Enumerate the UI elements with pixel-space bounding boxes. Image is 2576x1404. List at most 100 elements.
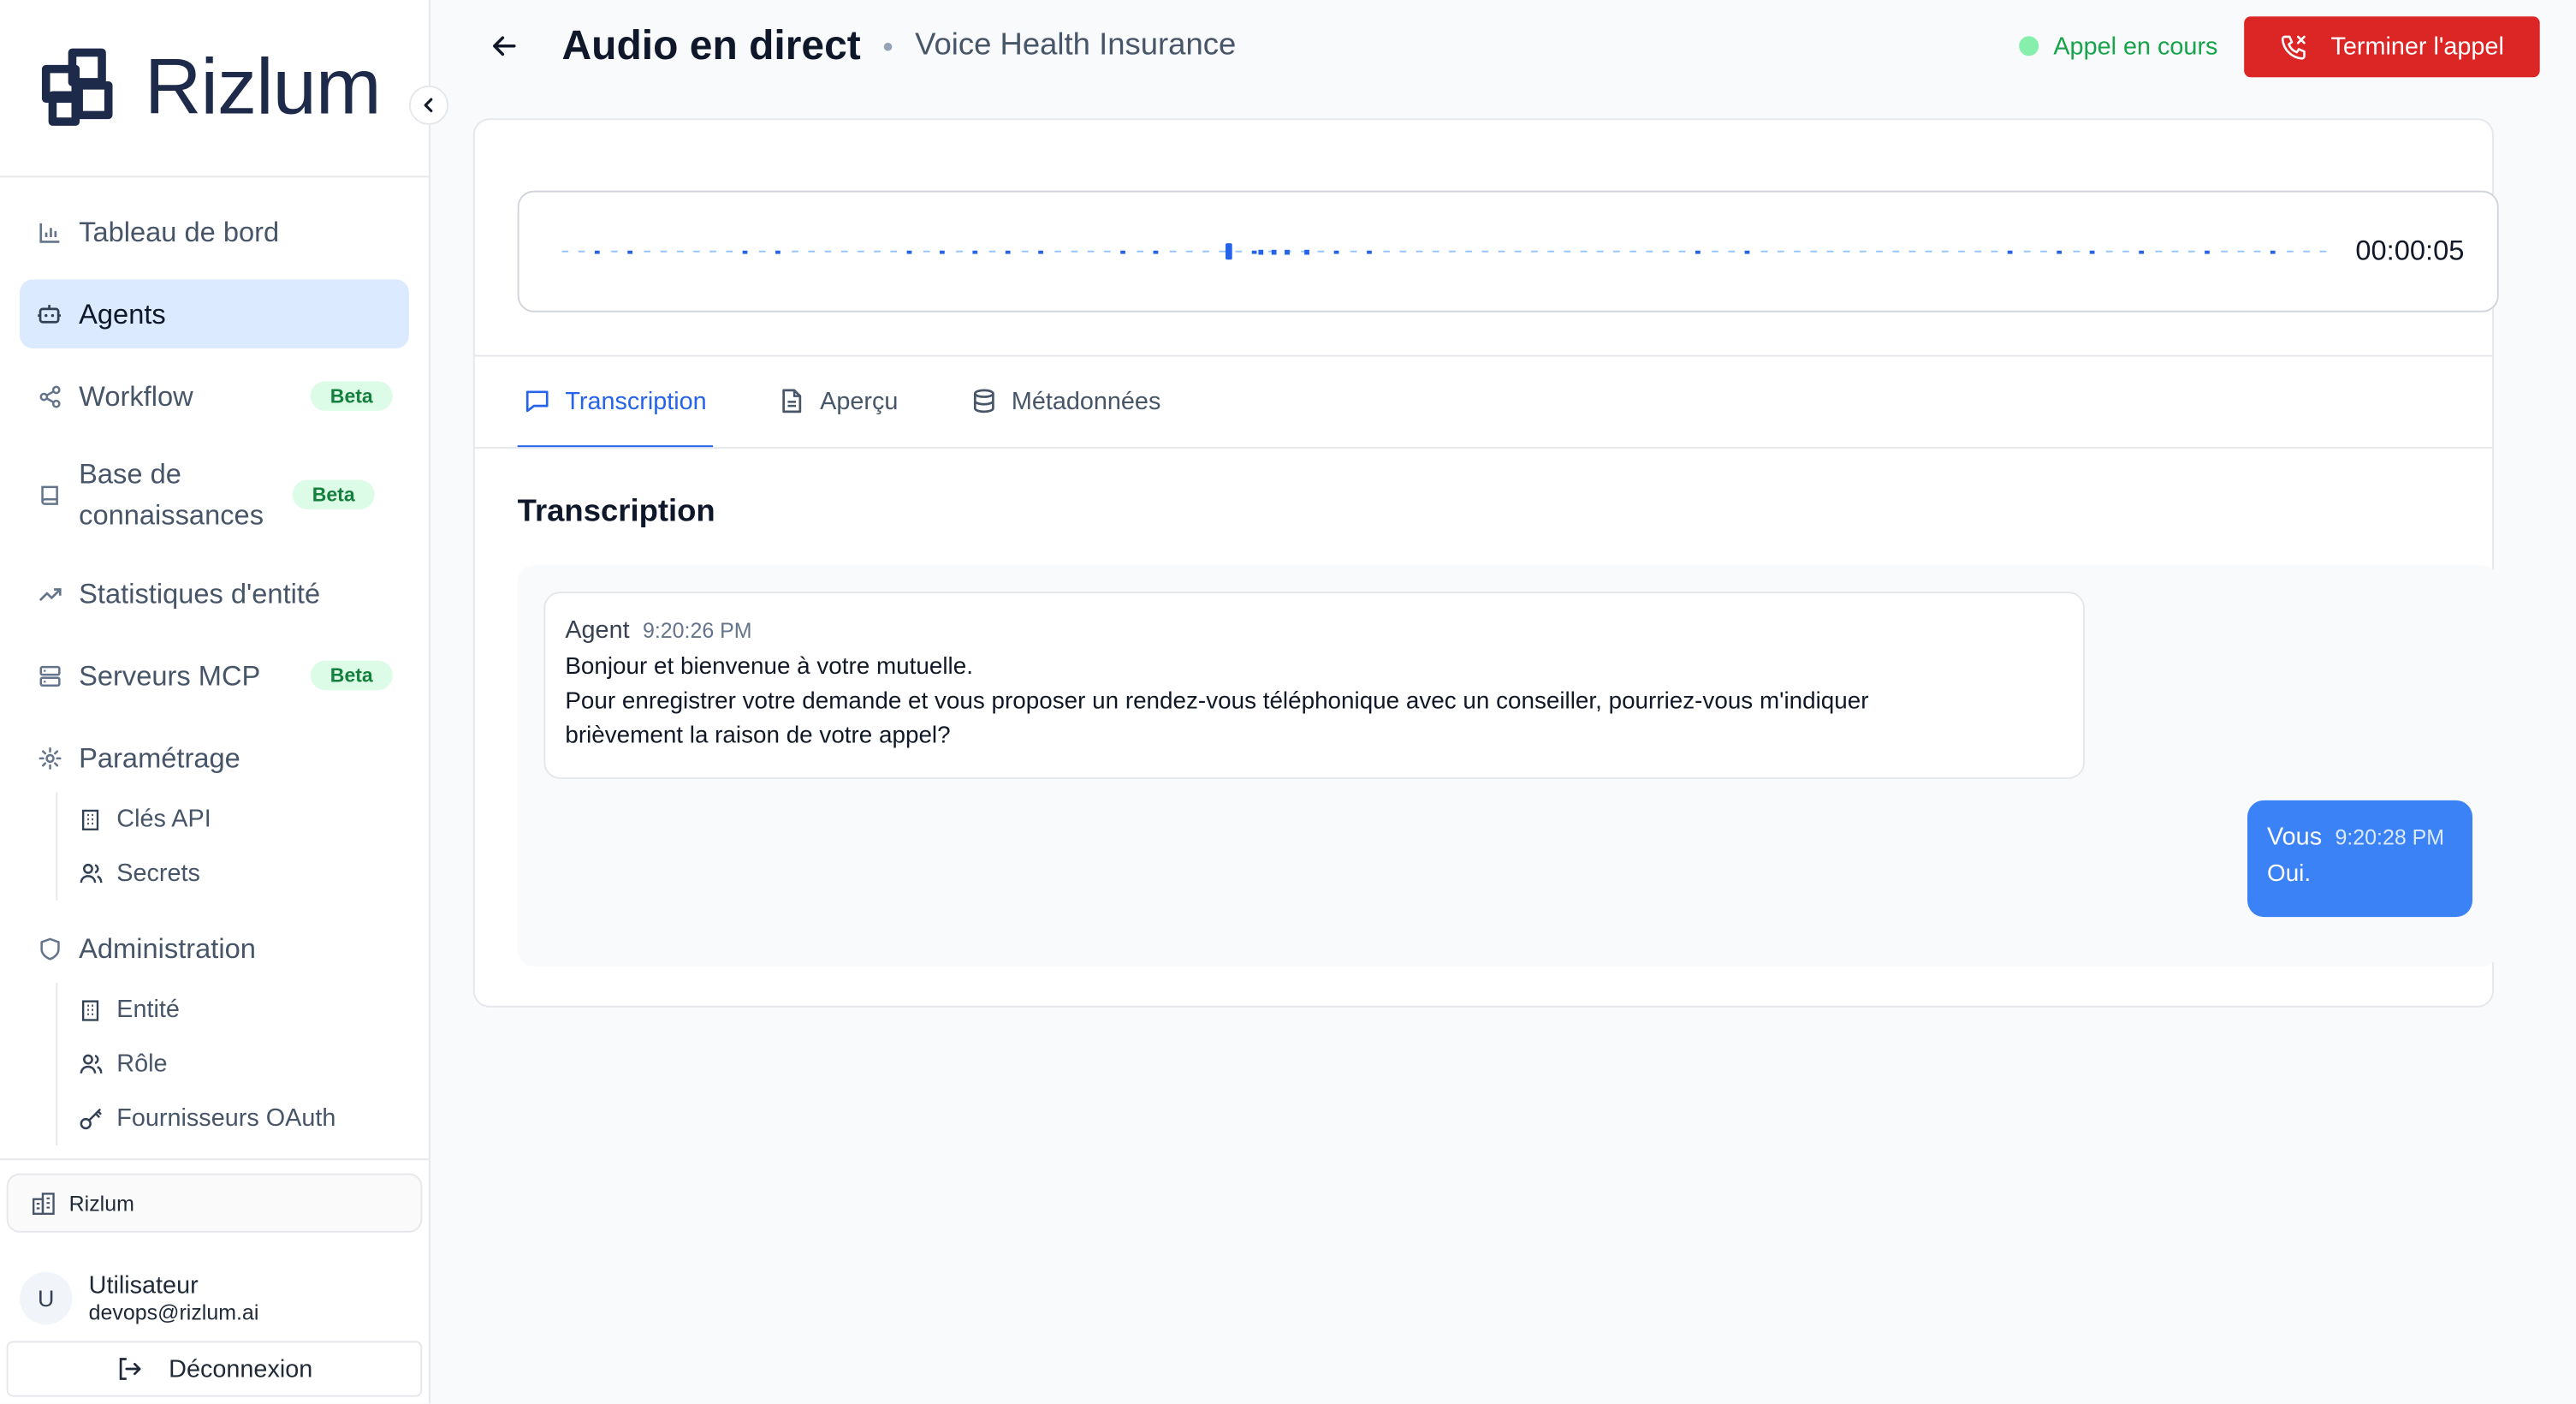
beta-badge: Beta: [292, 479, 375, 510]
logo-area: Rizlum: [0, 0, 449, 178]
nav-item-entity-stats[interactable]: Statistiques d'entité: [20, 559, 409, 628]
waveform-bar: [2073, 250, 2080, 253]
waveform-bar: [758, 250, 766, 253]
nav-label: Base de connaissances: [79, 458, 264, 532]
sub-item-label: Secrets: [116, 859, 200, 888]
waveform-bar: [1235, 250, 1243, 253]
waveform-bar: [2187, 250, 2195, 253]
sub-item-secrets[interactable]: Secrets: [77, 847, 409, 901]
waveform-bar: [1169, 250, 1177, 253]
waveform-bar: [1054, 250, 1062, 253]
waveform-bar: [1843, 250, 1850, 253]
tab-metadata[interactable]: Métadonnées: [964, 357, 1167, 449]
waveform-bar: [1137, 250, 1144, 253]
waveform-bar: [2171, 250, 2179, 253]
waveform-bar: [1629, 250, 1636, 253]
waveform-bar: [2319, 250, 2327, 253]
nav-label: Agents: [79, 298, 166, 330]
agent-name: Voice Health Insurance: [915, 27, 1237, 62]
waveform-bar: [1071, 250, 1078, 253]
sidebar-footer: Rizlum U Utilisateur devops@rizlum.ai Dé…: [0, 1158, 430, 1403]
waveform-bar: [1695, 250, 1701, 254]
book-icon: [36, 481, 62, 508]
tabs: Transcription Aperçu Métadonnées: [517, 357, 1226, 449]
title-separator: [883, 41, 893, 51]
sub-item-entity[interactable]: Entité: [77, 983, 409, 1037]
waveform-bar: [1185, 250, 1193, 253]
waveform-bar: [1153, 250, 1159, 254]
waveform-bar: [1416, 250, 1423, 253]
waveform-bar: [858, 250, 864, 253]
waveform-bar: [1958, 250, 1965, 253]
waveform-bar: [1350, 250, 1357, 253]
admin-subnav: Entité Rôle Fournisseurs OAuth: [56, 982, 409, 1145]
tab-overview[interactable]: Aperçu: [772, 357, 905, 449]
message-sender: Agent: [565, 616, 630, 645]
waveform-bar: [2057, 250, 2063, 254]
nav-item-settings[interactable]: Paramétrage: [20, 723, 409, 793]
waveform-bar: [1564, 250, 1571, 253]
settings-subnav: Clés API Secrets: [56, 792, 409, 901]
waveform-bar: [2253, 250, 2261, 253]
waveform-bar: [1794, 250, 1801, 253]
call-status-label: Appel en cours: [2053, 32, 2218, 61]
waveform-bar: [1646, 250, 1653, 253]
live-call-card: 00:00:05 Transcription Aperçu Métadonnée…: [472, 118, 2499, 1008]
waveform-bar: [660, 250, 668, 253]
waveform-bar: [1285, 249, 1290, 255]
user-profile[interactable]: U Utilisateur devops@rizlum.ai: [7, 1233, 423, 1342]
sub-item-label: Entité: [116, 996, 180, 1024]
user-message: Vous 9:20:28 PM Oui.: [2247, 800, 2472, 918]
sub-item-api-keys[interactable]: Clés API: [77, 792, 409, 846]
nav-item-administration[interactable]: Administration: [20, 913, 409, 983]
waveform-bar: [1021, 250, 1029, 253]
waveform-bar: [972, 250, 978, 254]
users-icon: [77, 860, 104, 887]
waveform-bar: [627, 250, 633, 254]
end-call-button[interactable]: Terminer l'appel: [2244, 16, 2540, 78]
nav-item-workflow[interactable]: Workflow Beta: [20, 361, 409, 431]
nav-item-dashboard[interactable]: Tableau de bord: [20, 197, 409, 266]
waveform-bar: [1991, 250, 1998, 253]
nav-item-knowledge-base[interactable]: Base de connaissances Beta: [20, 443, 409, 545]
message-line: Pour enregistrer votre demande et vous p…: [565, 688, 1869, 716]
transcript-title: Transcription: [517, 494, 715, 530]
file-icon: [779, 388, 805, 414]
waveform-bar: [1383, 250, 1390, 253]
nav-label: Administration: [79, 932, 256, 964]
beta-badge: Beta: [310, 660, 393, 691]
waveform-bar: [775, 250, 781, 254]
waveform-bar: [1941, 250, 1949, 253]
sub-item-oauth-providers[interactable]: Fournisseurs OAuth: [77, 1092, 409, 1145]
agent-message: Agent 9:20:26 PM Bonjour et bienvenue à …: [543, 592, 2085, 779]
message-header: Vous 9:20:28 PM: [2267, 824, 2453, 852]
trending-up-icon: [36, 580, 62, 607]
users-icon: [77, 1051, 104, 1078]
waveform-bar: [1826, 250, 1834, 253]
logout-button[interactable]: Déconnexion: [6, 1341, 423, 1397]
waveform-bar: [890, 250, 898, 253]
waveform-bar: [1728, 250, 1736, 253]
tab-transcription[interactable]: Transcription: [517, 357, 714, 449]
organization-selector[interactable]: Rizlum: [6, 1173, 423, 1233]
back-button[interactable]: [486, 28, 522, 64]
waveform-bar: [1859, 250, 1867, 253]
waveform-bar: [1038, 250, 1043, 254]
waveform-bar: [956, 250, 963, 253]
waveform-bar: [2023, 250, 2031, 253]
bot-icon: [36, 300, 62, 327]
waveform-bar: [1892, 250, 1900, 253]
waveform-bar: [1449, 250, 1456, 253]
message-sender: Vous: [2267, 823, 2323, 852]
waveform-bar: [2221, 250, 2228, 253]
message-line: brièvement la raison de votre appel?: [565, 723, 951, 750]
waveform-peak: [1226, 243, 1232, 260]
waveform-bar: [2303, 250, 2310, 253]
call-timer: 00:00:05: [2355, 235, 2465, 266]
waveform-bar: [644, 250, 651, 253]
sub-item-role[interactable]: Rôle: [77, 1037, 409, 1091]
building-icon: [77, 806, 104, 833]
nav-item-mcp-servers[interactable]: Serveurs MCP Beta: [20, 641, 409, 711]
nav-item-agents[interactable]: Agents: [20, 279, 409, 348]
shield-icon: [36, 935, 62, 961]
